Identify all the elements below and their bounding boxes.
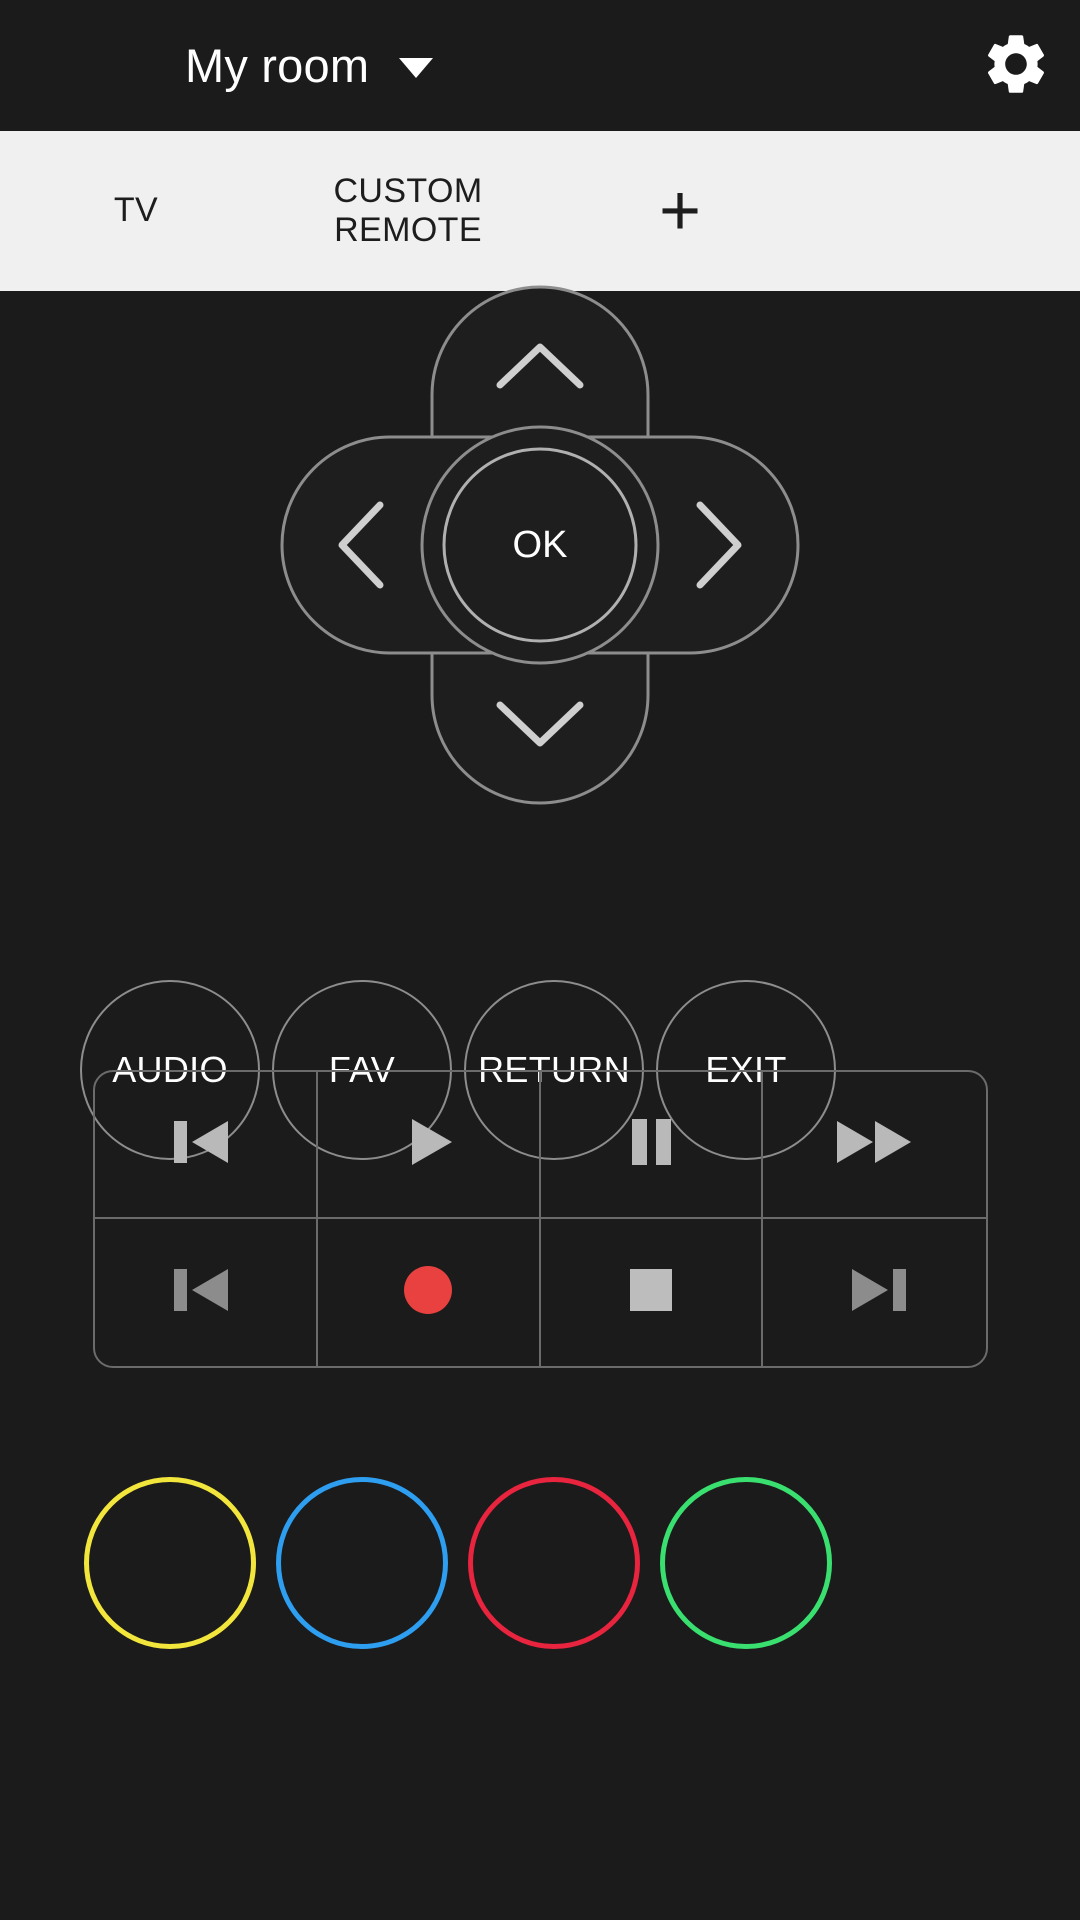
media-pause-button[interactable] <box>540 1072 764 1219</box>
settings-button[interactable] <box>980 30 1052 102</box>
media-fast-forward-button[interactable] <box>763 1072 986 1219</box>
remote-panel: OK AUDIO FAV RETURN EXIT <box>0 285 1080 1920</box>
tab-tv[interactable]: TV <box>0 131 272 291</box>
media-stop-button[interactable] <box>541 1219 764 1366</box>
record-icon <box>400 1262 456 1323</box>
color-button-green[interactable] <box>660 1477 832 1649</box>
gear-icon <box>980 28 1052 105</box>
app-bar: My room <box>0 0 1080 131</box>
previous-track-icon <box>162 1259 248 1326</box>
room-name-label: My room <box>185 39 370 92</box>
media-rewind-button[interactable] <box>95 1072 318 1219</box>
rewind-icon <box>162 1111 248 1178</box>
room-selector[interactable]: My room <box>185 0 434 131</box>
dpad-ok-label: OK <box>513 524 568 566</box>
media-record-button[interactable] <box>318 1219 541 1366</box>
color-button-blue[interactable] <box>276 1477 448 1649</box>
color-button-yellow[interactable] <box>84 1477 256 1649</box>
media-play-button[interactable] <box>317 1072 541 1219</box>
color-button-row <box>0 1477 1080 1677</box>
color-button-red[interactable] <box>468 1477 640 1649</box>
tab-custom-remote-line2: REMOTE <box>334 211 482 249</box>
pause-icon <box>621 1111 681 1178</box>
play-icon <box>398 1111 458 1178</box>
tab-custom-remote-line1: CUSTOM <box>333 171 483 210</box>
tab-tv-label: TV <box>113 191 159 230</box>
dpad-ok-button[interactable]: OK <box>442 447 638 643</box>
dpad: OK <box>242 247 838 843</box>
plus-icon: + <box>658 170 702 251</box>
fast-forward-icon <box>829 1111 921 1178</box>
media-next-button[interactable] <box>763 1219 986 1366</box>
media-previous-button[interactable] <box>95 1219 318 1366</box>
tab-custom-remote-label: CUSTOM REMOTE <box>333 172 482 250</box>
media-transport-grid <box>93 1070 988 1368</box>
chevron-down-icon <box>399 57 434 78</box>
stop-icon <box>625 1264 677 1321</box>
next-track-icon <box>832 1259 918 1326</box>
